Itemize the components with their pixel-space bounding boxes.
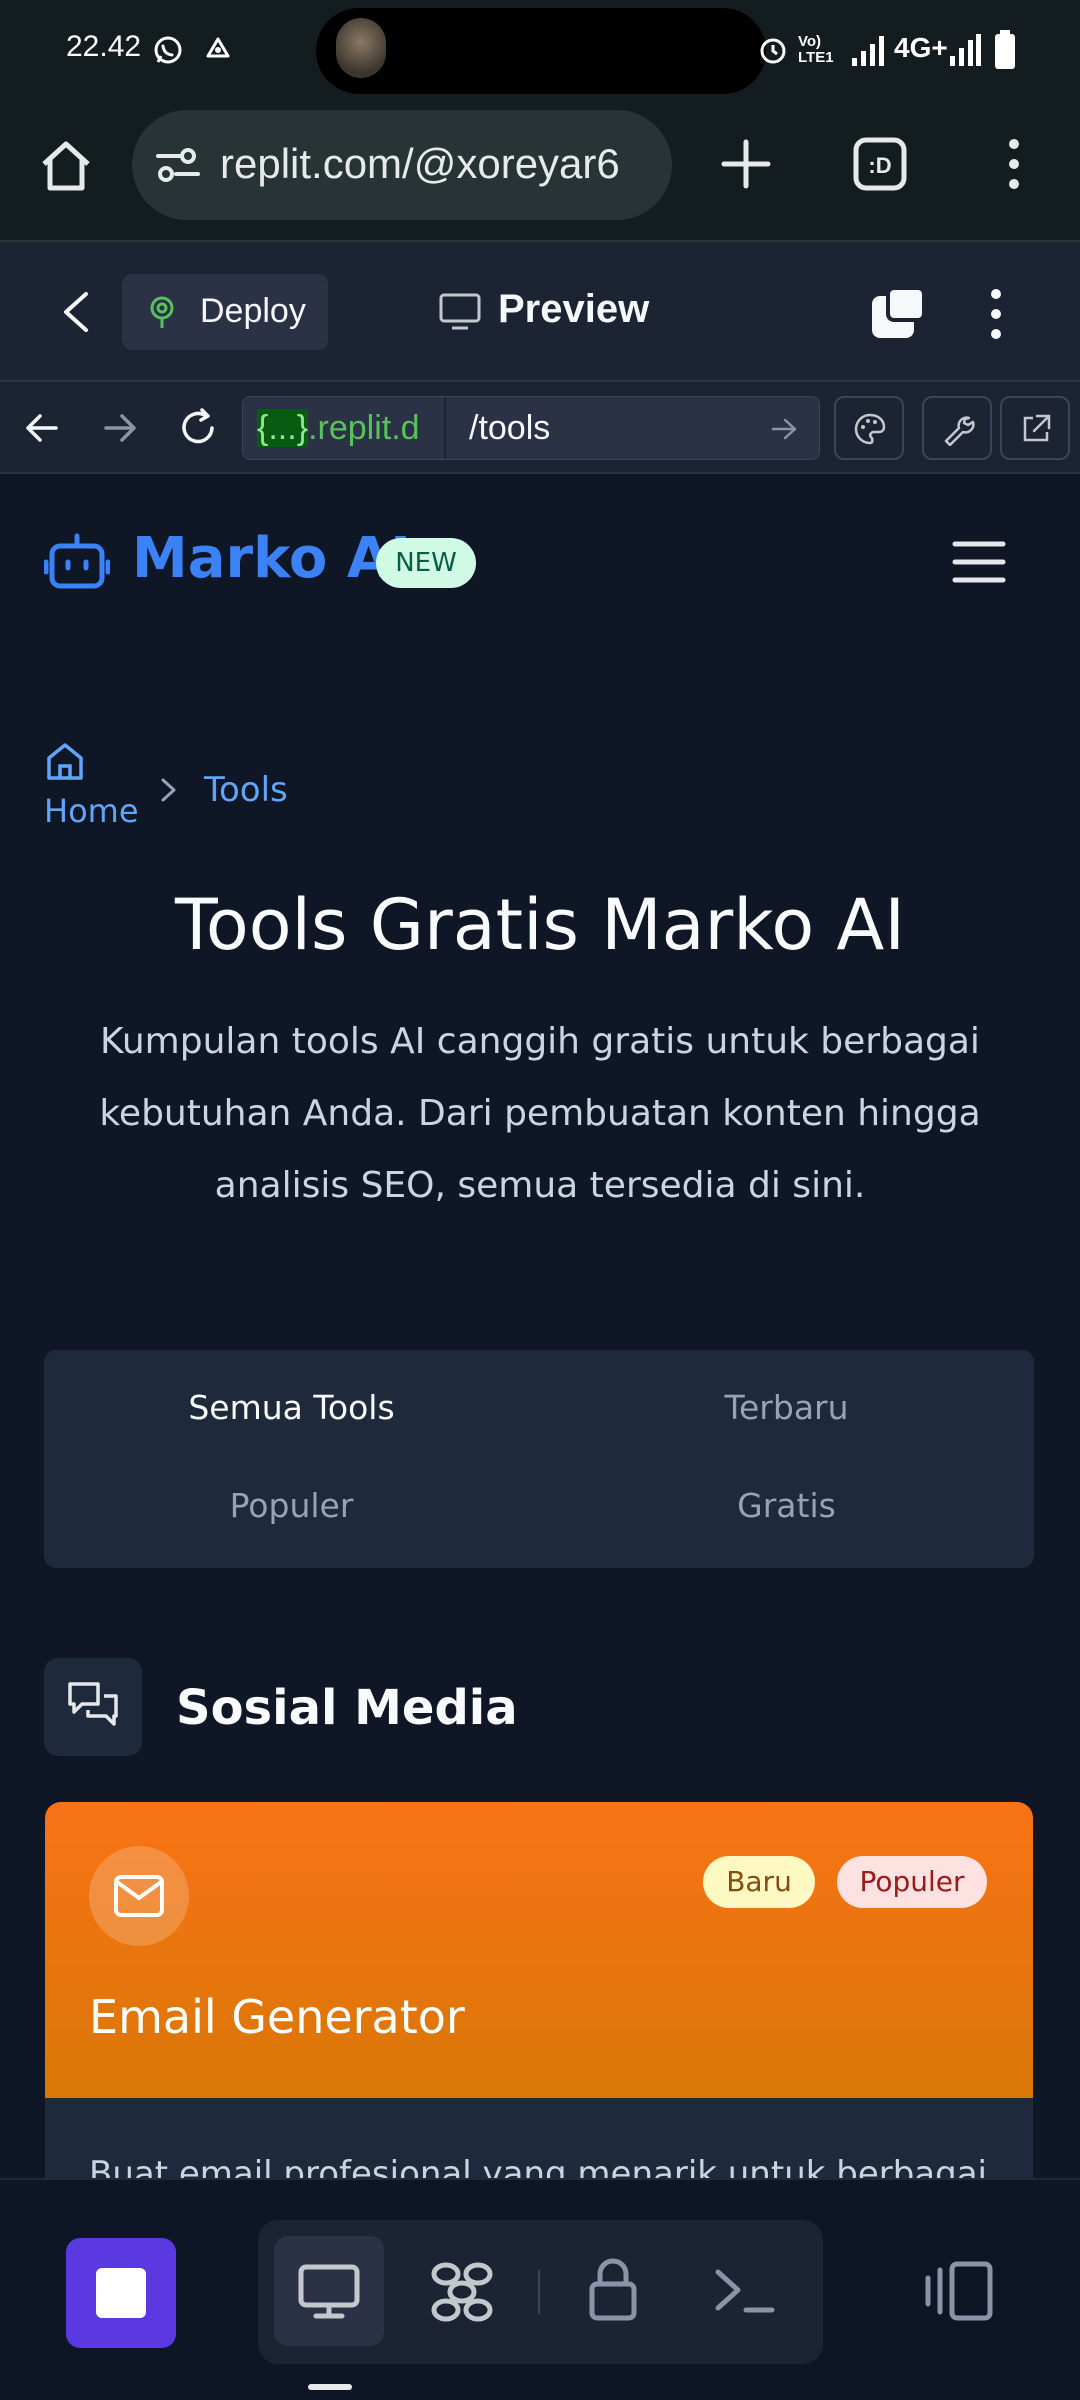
status-bar: 22.42 Vo) LTE1 4G+ <box>0 0 1080 100</box>
palette-icon <box>854 413 886 445</box>
svg-text::D: :D <box>868 153 891 178</box>
page-title: Tools Gratis Marko AI <box>175 884 905 966</box>
webview-url-bar[interactable]: {...}.replit.d /tools <box>242 396 820 460</box>
app-button[interactable] <box>66 2238 176 2348</box>
sync-icon <box>206 37 230 58</box>
new-tab-icon[interactable] <box>718 136 774 192</box>
home-icon[interactable] <box>36 136 96 196</box>
webview-navbar: {...}.replit.d /tools <box>0 382 1080 474</box>
tool-card[interactable]: Baru Populer Email Generator Buat email … <box>45 1802 1033 2178</box>
deploy-icon <box>150 296 174 328</box>
breadcrumb-home-icon[interactable] <box>44 740 86 782</box>
host-prefix: {...} <box>257 409 309 447</box>
filter-popular[interactable]: Populer <box>44 1486 539 1525</box>
page-description: Kumpulan tools AI canggih gratis untuk b… <box>99 1021 981 1206</box>
signal-icon <box>852 36 884 66</box>
filter-free[interactable]: Gratis <box>539 1486 1034 1525</box>
replit-bottom-toolbar <box>0 2178 1080 2400</box>
home-indicator <box>308 2384 352 2390</box>
windows-icon[interactable] <box>870 286 928 340</box>
go-icon[interactable] <box>771 417 799 441</box>
volte-indicator: Vo) LTE1 <box>798 33 834 66</box>
new-badge: NEW <box>376 538 476 588</box>
webview-content: Marko AI NEW Home Tools Tools Gratis Mar… <box>0 474 1080 2178</box>
chevron-right-icon <box>161 778 176 802</box>
chat-bubbles-icon <box>68 1682 118 1726</box>
replit-header: Deploy Preview <box>0 242 1080 382</box>
hamburger-menu-icon[interactable] <box>952 540 1006 584</box>
agent-icon[interactable] <box>426 2260 498 2324</box>
signal-secondary-icon <box>950 34 981 66</box>
battery-icon <box>995 30 1015 69</box>
replit-menu-icon[interactable] <box>982 286 1010 342</box>
terminal-icon[interactable] <box>714 2266 776 2316</box>
tool-card-description: Buat email profesional yang menarik untu… <box>89 2154 987 2178</box>
network-type: 4G+ <box>894 32 948 63</box>
lock-icon[interactable] <box>588 2256 638 2322</box>
webview-tool-button[interactable] <box>274 2236 384 2346</box>
section-icon-box <box>44 1658 142 1756</box>
url-text: replit.com/@xoreyar6 <box>220 140 620 187</box>
back-icon[interactable] <box>58 290 94 334</box>
browser-menu-icon[interactable] <box>996 136 1032 192</box>
address-bar[interactable]: replit.com/@xoreyar6 <box>132 110 672 220</box>
brand-name[interactable]: Marko AI <box>132 526 411 591</box>
deploy-label: Deploy <box>200 292 306 330</box>
layout-panels-icon[interactable] <box>924 2260 994 2322</box>
alarm-icon <box>760 38 786 64</box>
monitor-icon <box>298 2264 360 2319</box>
breadcrumb-home[interactable]: Home <box>44 792 139 830</box>
nav-back-icon[interactable] <box>22 408 62 448</box>
filter-all[interactable]: Semua Tools <box>44 1388 539 1427</box>
mail-icon <box>114 1875 164 1917</box>
whatsapp-icon <box>154 36 182 64</box>
nav-forward-icon[interactable] <box>100 408 140 448</box>
theme-button[interactable] <box>834 396 904 460</box>
section-title: Sosial Media <box>176 1680 518 1736</box>
wrench-icon <box>944 416 975 446</box>
tool-switcher <box>258 2220 823 2364</box>
tool-card-body: Buat email profesional yang menarik untu… <box>45 2098 1033 2178</box>
filter-tabs: Semua Tools Terbaru Populer Gratis <box>44 1350 1034 1568</box>
deploy-button[interactable]: Deploy <box>122 274 328 350</box>
site-settings-icon[interactable] <box>154 142 202 188</box>
robot-icon <box>44 533 110 589</box>
badge-popular: Populer <box>837 1856 987 1908</box>
notification-avatar <box>336 18 386 78</box>
host-suffix: .replit.d <box>308 409 420 447</box>
browser-toolbar: replit.com/@xoreyar6 :D <box>0 100 1080 242</box>
badge-new: Baru <box>703 1856 815 1908</box>
preview-icon <box>439 293 481 330</box>
preview-tab-label[interactable]: Preview <box>498 287 649 332</box>
breadcrumb-current: Tools <box>204 770 288 810</box>
filter-newest[interactable]: Terbaru <box>539 1388 1034 1427</box>
tool-divider <box>538 2270 540 2314</box>
stop-icon <box>96 2268 146 2318</box>
tool-card-icon-circle <box>89 1846 189 1946</box>
devtools-button[interactable] <box>922 396 992 460</box>
tabs-switcher-icon[interactable]: :D <box>852 136 908 192</box>
external-link-icon <box>1023 414 1051 442</box>
webview-path: /tools <box>469 409 551 447</box>
webview-host: {...}.replit.d <box>243 397 446 459</box>
tool-card-header: Baru Populer Email Generator <box>45 1802 1033 2098</box>
status-time: 22.42 <box>66 30 142 63</box>
open-external-button[interactable] <box>1000 396 1070 460</box>
tool-card-title: Email Generator <box>89 1990 465 2044</box>
reload-icon[interactable] <box>176 406 220 450</box>
